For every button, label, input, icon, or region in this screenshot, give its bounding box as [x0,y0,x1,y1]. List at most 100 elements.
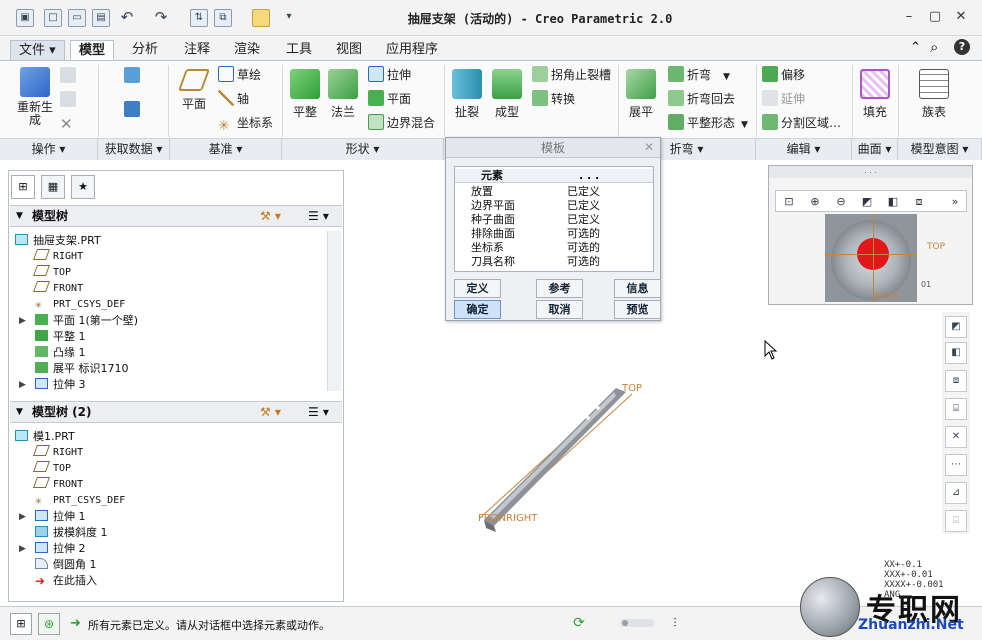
settings-icon[interactable]: ⚒ ▾ [260,206,281,227]
expand-icon[interactable]: ▶ [19,512,26,522]
tab-applications[interactable]: 应用程序 [378,40,446,60]
minimize-button[interactable]: – [898,8,920,26]
group-editing[interactable]: 编辑 ▾ [756,138,852,160]
group-shapes[interactable]: 形状 ▾ [282,138,444,160]
copy-geometry-button[interactable] [124,101,143,119]
refit-icon[interactable]: ⊡ [780,193,798,211]
copy-button[interactable] [60,67,79,85]
tab-render[interactable]: 渲染 [226,40,268,60]
table-row[interactable]: 刀具名称 可选的 [455,255,653,269]
flatten-form-button[interactable]: 平整形态 ▼ [668,114,748,132]
favorites-tab[interactable]: ★ [71,175,95,199]
tree1-scrollbar[interactable] [327,231,341,391]
repaint-icon[interactable]: ◩ [858,193,876,211]
saved-views-icon[interactable]: ⧈ [910,193,928,211]
camera-icon[interactable]: ⌸ [945,398,967,420]
family-table-button[interactable]: 族表 [914,69,954,120]
annotation-display-icon[interactable]: ⌹ [945,510,967,532]
point-display-icon[interactable]: ⋯ [945,454,967,476]
display-style-icon[interactable]: ◧ [884,193,902,211]
tree-item[interactable]: 抽屉支架.PRT [15,233,101,249]
unbend-button[interactable]: 展平 [624,69,658,120]
help-icon[interactable]: ? [954,39,970,55]
collapse-icon[interactable]: ▼ [16,206,23,227]
bend-button[interactable]: 折弯 ▼ [668,66,730,84]
group-model-intent[interactable]: 模型意图 ▾ [898,138,982,160]
tree-item[interactable]: 拉伸 1 [35,509,86,525]
expand-icon[interactable]: ▶ [19,316,26,326]
datum-display-icon[interactable]: ✕ [945,426,967,448]
plane-wall-button[interactable]: 平面 [368,90,411,108]
show-icon[interactable]: ☰ ▾ [308,402,329,423]
open-icon[interactable]: ▭ [68,9,86,27]
tab-annotate[interactable]: 注释 [176,40,218,60]
bend-back-button[interactable]: 折弯回去 [668,90,735,108]
regenerate-status-icon[interactable]: ⟳ [568,613,590,635]
repaint-icon[interactable]: ◩ [945,316,967,338]
tree-item[interactable]: 拉伸 2 [35,541,86,557]
show-icon[interactable]: ☰ ▾ [308,206,329,227]
ok-button[interactable]: 确定 [454,300,501,319]
close-button[interactable]: ✕ [950,8,972,26]
app-icon[interactable]: ▣ [16,9,34,27]
tree-item[interactable]: 拔模斜度 1 [35,525,108,541]
split-area-button[interactable]: 分割区域… [762,114,841,132]
toggle-browser-icon[interactable]: ⊛ [38,613,60,635]
group-operations[interactable]: 操作 ▾ [0,138,98,160]
rip-button[interactable]: 扯裂 [450,69,484,120]
group-get-data[interactable]: 获取数据 ▾ [98,138,170,160]
new-icon[interactable]: □ [44,9,62,27]
tree-item[interactable]: RIGHT [32,445,83,461]
tab-file[interactable]: 文件 ▾ [10,40,65,60]
cancel-button[interactable]: 取消 [536,300,583,319]
group-surfaces[interactable]: 曲面 ▾ [852,138,898,160]
tree-item[interactable]: 平面 1(第一个壁) [35,313,138,329]
toggle-navigator-icon[interactable]: ⊞ [10,613,32,635]
table-row[interactable]: 种子曲面 已定义 [455,213,653,227]
datum-plane-button[interactable]: 平面 [174,69,214,112]
tree-item[interactable]: RIGHT [32,249,83,265]
regenerate-icon[interactable]: ⇅ [190,9,208,27]
expand-icon[interactable]: ▶ [19,544,26,554]
offset-button[interactable]: 偏移 [762,66,805,84]
refs-button[interactable]: 参考 [536,279,583,298]
sketch-button[interactable]: 草绘 [218,66,261,84]
model-tree-tab[interactable]: ⊞ [11,175,35,199]
tree-item[interactable]: TOP [32,461,71,477]
flat-button[interactable]: 平整 [288,69,322,120]
tree-item[interactable]: TOP [32,265,71,281]
tree-item[interactable]: FRONT [32,477,83,493]
tree-item[interactable]: 拉伸 3 [35,377,86,393]
collapse-icon[interactable]: ▼ [16,402,23,423]
csys-display-icon[interactable]: ⊿ [945,482,967,504]
folder-browser-tab[interactable]: ▦ [41,175,65,199]
zoom-out-icon[interactable]: ⊖ [832,193,850,211]
delete-button[interactable]: ✕ [60,115,73,133]
regenerate-button[interactable]: 重新生成 [14,67,56,127]
user-defined-feature-button[interactable] [124,67,143,85]
boundary-blend-button[interactable]: 边界混合 [368,114,435,132]
table-row[interactable]: 放置 已定义 [455,185,653,199]
sub-window-title-bar[interactable]: . . . [769,166,972,178]
form-button[interactable]: 成型 [490,69,524,120]
tree-item[interactable]: 倒圆角 1 [35,557,97,573]
tab-model[interactable]: 模型 [70,40,115,60]
sub-window-render[interactable] [825,214,917,302]
selection-filter-icon[interactable]: ⫶ [664,613,686,635]
csys-button[interactable]: ✳ 坐标系 [218,114,273,134]
tree-item-insert-here[interactable]: ➜ 在此插入 [35,573,97,589]
fill-button[interactable]: 填充 [858,69,892,120]
tree-item[interactable]: FRONT [32,281,83,297]
table-row[interactable]: 排除曲面 可选的 [455,227,653,241]
tab-view[interactable]: 视图 [328,40,370,60]
search-icon[interactable]: ⌕ [930,38,938,56]
save-icon[interactable]: ▤ [92,9,110,27]
convert-button[interactable]: 转换 [532,90,575,108]
settings-icon[interactable]: ⚒ ▾ [260,402,281,423]
restore-button[interactable]: ▢ [924,8,946,26]
windows-icon[interactable]: ⧉ [214,9,232,27]
flange-button[interactable]: 法兰 [326,69,360,120]
tree-item[interactable]: 模1.PRT [15,429,75,445]
group-datum[interactable]: 基准 ▾ [170,138,282,160]
table-row[interactable]: 坐标系 可选的 [455,241,653,255]
